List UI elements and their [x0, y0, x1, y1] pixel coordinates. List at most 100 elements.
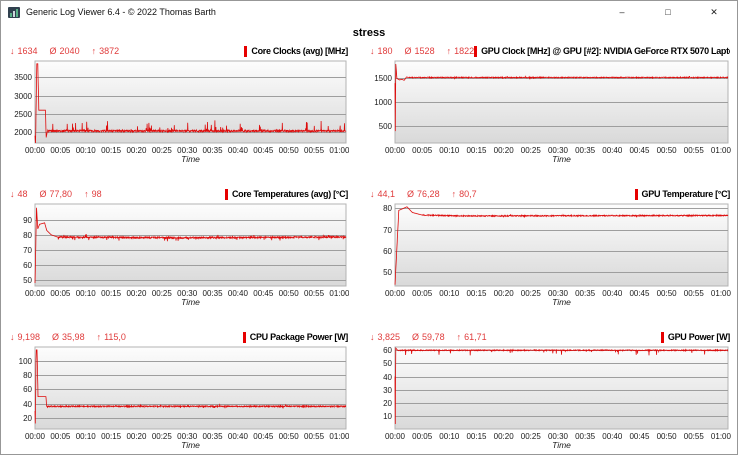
max-arrow-icon: ↑: [84, 189, 89, 199]
svg-text:70: 70: [23, 246, 32, 255]
page-title: stress: [1, 23, 737, 43]
svg-text:00:20: 00:20: [126, 432, 147, 441]
svg-text:00:50: 00:50: [657, 289, 678, 298]
chart-canvas[interactable]: 200025003000350000:0000:0500:1000:1500:2…: [9, 59, 349, 164]
avg-sign-icon: Ø: [52, 332, 59, 342]
chart-svg[interactable]: 2040608010000:0000:0500:1000:1500:2000:2…: [9, 345, 349, 450]
svg-text:80: 80: [23, 231, 32, 240]
series-color-chip: [474, 46, 477, 57]
svg-text:00:15: 00:15: [466, 289, 487, 298]
chart-title: GPU Clock [MHz] @ GPU [#2]: NVIDIA GeFor…: [474, 46, 730, 57]
maximize-button[interactable]: □: [645, 1, 691, 23]
svg-text:Time: Time: [181, 297, 200, 307]
chart-title: CPU Package Power [W]: [243, 332, 348, 343]
chart-canvas[interactable]: 2040608010000:0000:0500:1000:1500:2000:2…: [9, 345, 349, 450]
svg-text:00:50: 00:50: [279, 146, 300, 155]
svg-text:00:25: 00:25: [152, 289, 173, 298]
chart-title: GPU Power [W]: [661, 332, 730, 343]
chart-svg[interactable]: 10203040506000:0000:0500:1000:1500:2000:…: [369, 345, 731, 450]
svg-text:Time: Time: [552, 154, 571, 164]
svg-text:00:45: 00:45: [629, 289, 650, 298]
titlebar[interactable]: Generic Log Viewer 6.4 - © 2022 Thomas B…: [1, 1, 737, 23]
chart-header: ↓ 180 Ø 1528 ↑ 1822 GPU Clock [MHz] @ GP…: [369, 43, 731, 59]
series-color-chip: [225, 189, 228, 200]
chart-title-text: Core Clocks (avg) [MHz]: [251, 46, 348, 56]
chart-svg[interactable]: 506070809000:0000:0500:1000:1500:2000:25…: [9, 202, 349, 307]
chart-canvas[interactable]: 5060708000:0000:0500:1000:1500:2000:2500…: [369, 202, 731, 307]
svg-text:00:20: 00:20: [494, 146, 515, 155]
chart-panel: ↓ 1634 Ø 2040 ↑ 3872 Core Clocks (avg) […: [9, 43, 349, 164]
svg-text:00:25: 00:25: [521, 146, 542, 155]
svg-text:00:35: 00:35: [203, 289, 224, 298]
window-controls: – □ ✕: [599, 1, 737, 23]
svg-text:00:15: 00:15: [466, 432, 487, 441]
chart-panel: ↓ 44,1 Ø 76,28 ↑ 80,7 GPU Temperature [°…: [369, 186, 731, 307]
svg-text:2000: 2000: [14, 128, 32, 137]
svg-text:50: 50: [383, 268, 392, 277]
min-arrow-icon: ↓: [10, 332, 15, 342]
chart-canvas[interactable]: 5001000150000:0000:0500:1000:1500:2000:2…: [369, 59, 731, 164]
minimize-button[interactable]: –: [599, 1, 645, 23]
svg-text:Time: Time: [181, 440, 200, 450]
chart-header: ↓ 1634 Ø 2040 ↑ 3872 Core Clocks (avg) […: [9, 43, 349, 59]
svg-text:2500: 2500: [14, 110, 32, 119]
stat-min: ↓ 180: [370, 46, 393, 56]
svg-text:60: 60: [383, 346, 392, 355]
svg-text:00:45: 00:45: [629, 146, 650, 155]
svg-text:00:00: 00:00: [385, 432, 406, 441]
svg-text:00:10: 00:10: [439, 146, 460, 155]
svg-text:1500: 1500: [374, 74, 392, 83]
stat-max-value: 1822: [454, 46, 474, 56]
stat-max-value: 3872: [99, 46, 119, 56]
stat-min-value: 1634: [18, 46, 38, 56]
svg-text:00:15: 00:15: [101, 432, 122, 441]
close-button[interactable]: ✕: [691, 1, 737, 23]
chart-stats: ↓ 180 Ø 1528 ↑ 1822: [370, 46, 474, 56]
svg-text:01:00: 01:00: [711, 146, 731, 155]
chart-svg[interactable]: 5001000150000:0000:0500:1000:1500:2000:2…: [369, 59, 731, 164]
svg-text:00:55: 00:55: [304, 432, 325, 441]
stat-max: ↑ 98: [84, 189, 102, 199]
svg-text:00:05: 00:05: [412, 146, 433, 155]
avg-sign-icon: Ø: [405, 46, 412, 56]
svg-text:00:40: 00:40: [602, 289, 623, 298]
svg-text:00:15: 00:15: [101, 289, 122, 298]
charts-grid: ↓ 1634 Ø 2040 ↑ 3872 Core Clocks (avg) […: [1, 43, 737, 450]
stat-avg: Ø 59,78: [412, 332, 445, 342]
svg-text:50: 50: [23, 276, 32, 285]
chart-title-text: CPU Package Power [W]: [250, 332, 348, 342]
chart-stats: ↓ 1634 Ø 2040 ↑ 3872: [10, 46, 119, 56]
svg-text:01:00: 01:00: [329, 432, 349, 441]
chart-title-text: GPU Clock [MHz] @ GPU [#2]: NVIDIA GeFor…: [481, 46, 730, 56]
chart-stats: ↓ 44,1 Ø 76,28 ↑ 80,7: [370, 189, 477, 199]
min-arrow-icon: ↓: [10, 189, 15, 199]
svg-text:00:40: 00:40: [228, 146, 249, 155]
stat-min: ↓ 48: [10, 189, 28, 199]
max-arrow-icon: ↑: [92, 46, 97, 56]
chart-stats: ↓ 48 Ø 77,80 ↑ 98: [10, 189, 102, 199]
svg-text:00:00: 00:00: [25, 146, 46, 155]
chart-canvas[interactable]: 506070809000:0000:0500:1000:1500:2000:25…: [9, 202, 349, 307]
stat-min: ↓ 44,1: [370, 189, 395, 199]
svg-text:3500: 3500: [14, 73, 32, 82]
stat-min-value: 180: [378, 46, 393, 56]
svg-text:01:00: 01:00: [711, 289, 731, 298]
svg-text:00:05: 00:05: [50, 146, 71, 155]
chart-svg[interactable]: 200025003000350000:0000:0500:1000:1500:2…: [9, 59, 349, 164]
stat-min-value: 9,198: [18, 332, 41, 342]
chart-svg[interactable]: 5060708000:0000:0500:1000:1500:2000:2500…: [369, 202, 731, 307]
svg-text:00:05: 00:05: [50, 289, 71, 298]
svg-text:90: 90: [23, 216, 32, 225]
stat-avg-value: 1528: [415, 46, 435, 56]
chart-title: GPU Temperature [°C]: [635, 189, 730, 200]
series-color-chip: [661, 332, 664, 343]
max-arrow-icon: ↑: [457, 332, 462, 342]
stat-min: ↓ 1634: [10, 46, 38, 56]
chart-title: Core Clocks (avg) [MHz]: [244, 46, 348, 57]
avg-sign-icon: Ø: [412, 332, 419, 342]
svg-text:01:00: 01:00: [329, 146, 349, 155]
svg-text:00:00: 00:00: [385, 146, 406, 155]
stat-max: ↑ 61,71: [457, 332, 487, 342]
svg-text:00:25: 00:25: [152, 432, 173, 441]
chart-canvas[interactable]: 10203040506000:0000:0500:1000:1500:2000:…: [369, 345, 731, 450]
